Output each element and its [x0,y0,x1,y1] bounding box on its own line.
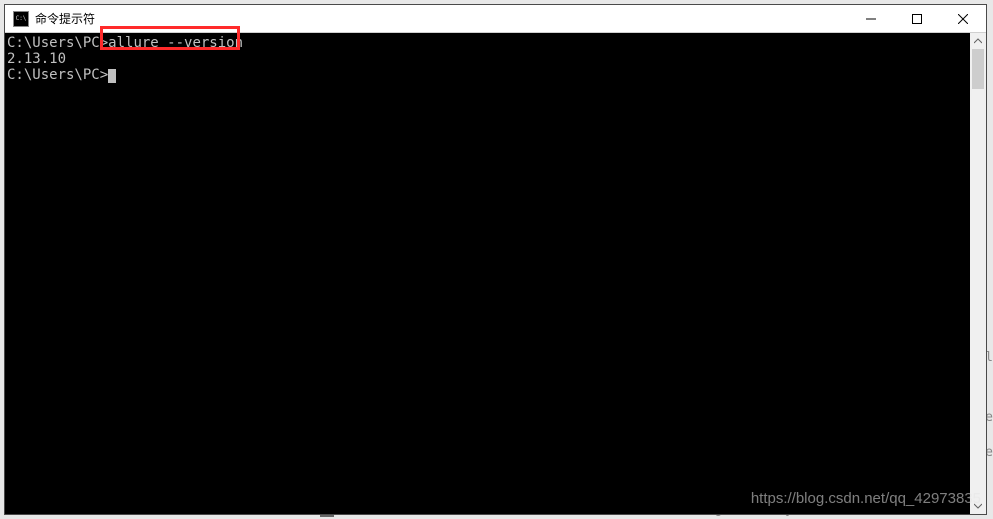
prompt: C:\Users\PC> [7,35,108,51]
close-icon [958,14,968,24]
window-controls [848,5,986,32]
titlebar[interactable]: 命令提示符 [5,5,986,33]
minimize-icon [866,14,876,24]
terminal[interactable]: C:\Users\PC>allure --version2.13.10C:\Us… [5,33,970,514]
close-button[interactable] [940,5,986,32]
command-text: allure --version [108,35,243,51]
scrollbar-thumb[interactable] [972,49,984,89]
scroll-down-button[interactable] [970,498,986,514]
scrollbar-track[interactable] [970,49,986,498]
maximize-icon [912,14,922,24]
output-text: 2.13.10 [7,51,66,67]
terminal-line: 2.13.10 [7,51,970,67]
cursor [108,69,116,83]
client-area: C:\Users\PC>allure --version2.13.10C:\Us… [5,33,986,514]
cmd-icon [13,11,29,27]
vertical-scrollbar[interactable] [970,33,986,514]
chevron-down-icon [974,502,982,510]
terminal-line: C:\Users\PC> [7,67,970,83]
terminal-line: C:\Users\PC>allure --version [7,35,970,51]
maximize-button[interactable] [894,5,940,32]
prompt: C:\Users\PC> [7,67,108,83]
chevron-up-icon [974,37,982,45]
window-title: 命令提示符 [35,10,95,27]
scroll-up-button[interactable] [970,33,986,49]
minimize-button[interactable] [848,5,894,32]
command-prompt-window: 命令提示符 C:\Users\PC>allure --version2.13.1… [4,4,987,515]
